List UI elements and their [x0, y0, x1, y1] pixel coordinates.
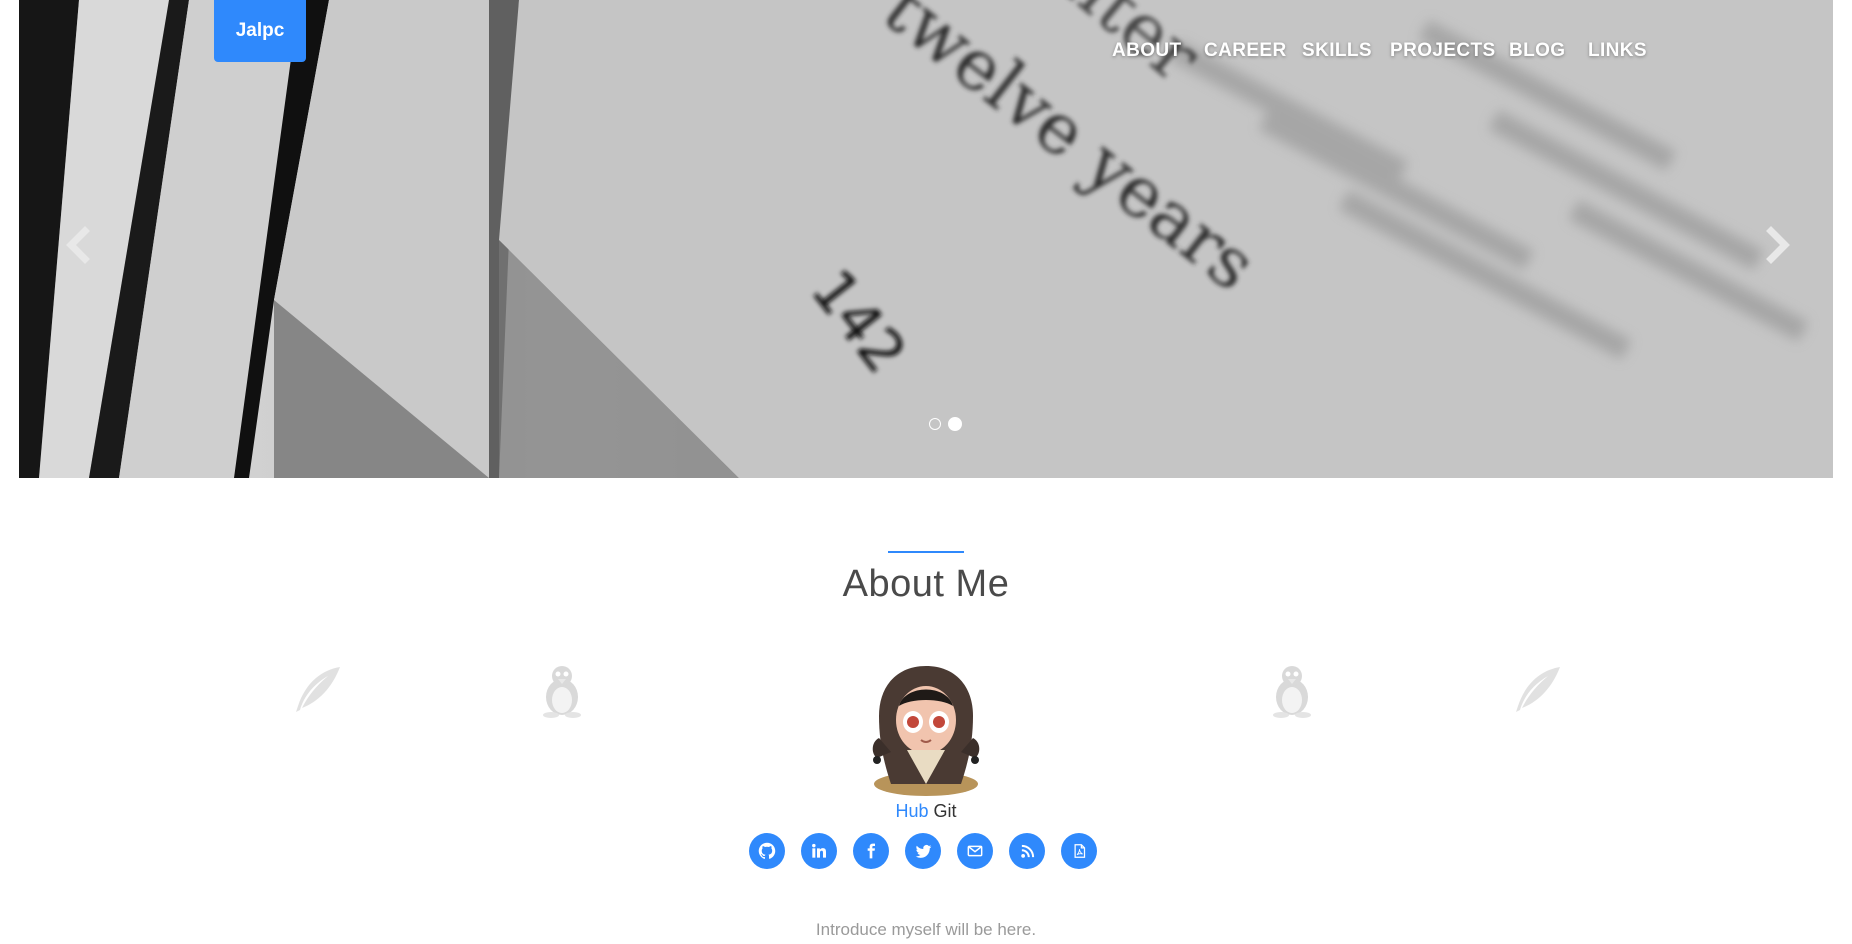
- chevron-right-icon: [1766, 226, 1790, 264]
- linkedin-button[interactable]: [801, 833, 837, 869]
- carousel-indicator-2-active[interactable]: [948, 417, 962, 431]
- nav-skills[interactable]: SKILLS: [1302, 40, 1372, 62]
- nav-career[interactable]: CAREER: [1204, 40, 1287, 62]
- top-nav: ABOUT CAREER SKILLS PROJECTS BLOG LINKS: [19, 40, 1833, 70]
- github-button[interactable]: [749, 833, 785, 869]
- handle-highlight: Hub: [895, 801, 929, 821]
- linux-penguin-icon: [1273, 666, 1311, 718]
- rss-icon: [1020, 844, 1034, 858]
- nav-projects[interactable]: PROJECTS: [1390, 40, 1496, 62]
- email-button[interactable]: [957, 833, 993, 869]
- github-icon: [758, 842, 776, 859]
- feather-icon: [1516, 667, 1560, 712]
- nav-links[interactable]: LINKS: [1588, 40, 1647, 62]
- intro-text: Introduce myself will be here.: [815, 920, 1037, 939]
- rss-button[interactable]: [1009, 833, 1045, 869]
- pdf-icon: [1074, 844, 1085, 858]
- carousel-indicator-1[interactable]: [929, 418, 941, 430]
- nav-blog[interactable]: BLOG: [1509, 40, 1566, 62]
- carousel-next-button[interactable]: [1757, 225, 1797, 265]
- resume-pdf-button[interactable]: [1061, 833, 1097, 869]
- profile-handle: Hub Git: [0, 801, 1852, 822]
- social-links: [0, 833, 1852, 869]
- feather-icon: [296, 667, 340, 712]
- handle-rest: Git: [933, 801, 957, 821]
- twitter-icon: [915, 844, 931, 858]
- nav-about[interactable]: ABOUT: [1112, 40, 1182, 62]
- facebook-button[interactable]: [853, 833, 889, 869]
- section-title-about: About Me: [842, 563, 1010, 605]
- facebook-icon: [867, 843, 875, 859]
- section-accent-rule: [888, 551, 964, 553]
- hero-carousel[interactable]: twelve years enter 142 Jalpc ABOUT CAREE…: [19, 0, 1833, 478]
- avatar: [872, 666, 980, 796]
- mail-icon: [967, 845, 983, 857]
- hero-photo: twelve years enter 142: [19, 0, 1833, 478]
- linkedin-icon: [812, 843, 826, 858]
- twitter-button[interactable]: [905, 833, 941, 869]
- linux-penguin-icon: [543, 666, 581, 718]
- chevron-left-icon: [66, 226, 90, 264]
- carousel-prev-button[interactable]: [59, 225, 99, 265]
